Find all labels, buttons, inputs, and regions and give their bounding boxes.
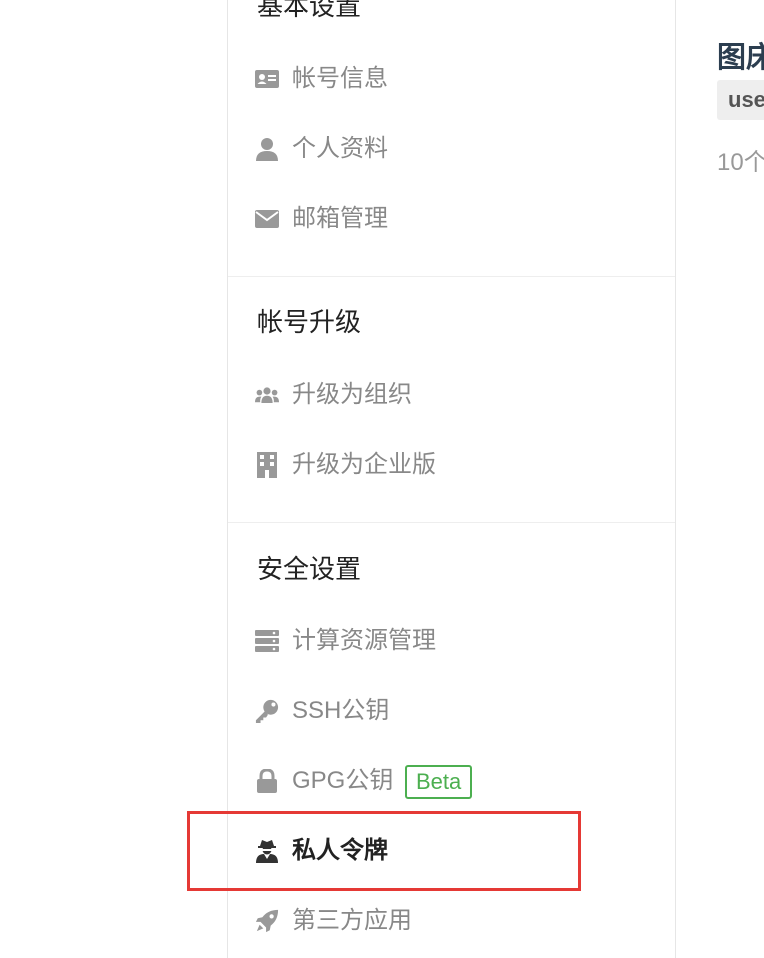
lock-icon: [255, 769, 279, 793]
user-secret-icon: [255, 839, 279, 863]
sidebar-item-label: 计算资源管理: [292, 627, 436, 654]
sidebar-item-account-info[interactable]: 帐号信息: [228, 51, 675, 107]
sidebar-item-label: 帐号信息: [292, 65, 388, 92]
sidebar-item-personal-tokens[interactable]: 私人令牌: [228, 823, 675, 879]
sidebar-item-upgrade-enterprise[interactable]: 升级为企业版: [228, 437, 675, 493]
rocket-icon: [255, 909, 279, 933]
key-icon: [255, 699, 279, 723]
section-divider: [228, 276, 675, 277]
sidebar-item-label: 升级为组织: [292, 381, 412, 408]
sidebar-item-label: 私人令牌: [292, 837, 388, 864]
section-title-security: 安全设置: [257, 554, 362, 584]
item-count: 10个: [717, 149, 764, 176]
sidebar-item-label: 邮箱管理: [292, 205, 388, 232]
settings-sidebar: 基本设置 帐号信息 个人资料 邮箱管理 帐号升级 升级为组织 升级为企业版 安全: [227, 0, 676, 958]
users-icon: [255, 383, 279, 407]
sidebar-item-label: 第三方应用: [292, 907, 412, 934]
section-divider: [228, 522, 675, 523]
server-icon: [255, 629, 279, 653]
beta-badge: Beta: [405, 765, 473, 799]
user-tag[interactable]: use: [717, 80, 764, 120]
sidebar-item-profile[interactable]: 个人资料: [228, 121, 675, 177]
sidebar-item-ssh-keys[interactable]: SSH公钥: [228, 683, 675, 739]
sidebar-item-label: SSH公钥: [292, 697, 390, 724]
building-icon: [255, 452, 279, 478]
sidebar-item-label: 个人资料: [292, 135, 388, 162]
user-icon: [255, 137, 279, 161]
id-card-icon: [255, 67, 279, 91]
sidebar-item-label: 升级为企业版: [292, 451, 436, 478]
sidebar-item-compute-resources[interactable]: 计算资源管理: [228, 613, 675, 669]
sidebar-item-label: GPG公钥: [292, 767, 394, 794]
page-title: 图床: [717, 42, 764, 74]
section-title-basic: 基本设置: [257, 0, 362, 21]
section-title-upgrade: 帐号升级: [257, 307, 362, 337]
sidebar-item-third-party-apps[interactable]: 第三方应用: [228, 893, 675, 949]
sidebar-item-gpg-keys[interactable]: GPG公钥 Beta: [228, 753, 675, 809]
sidebar-item-upgrade-org[interactable]: 升级为组织: [228, 367, 675, 423]
envelope-icon: [255, 207, 279, 231]
sidebar-item-email[interactable]: 邮箱管理: [228, 191, 675, 247]
